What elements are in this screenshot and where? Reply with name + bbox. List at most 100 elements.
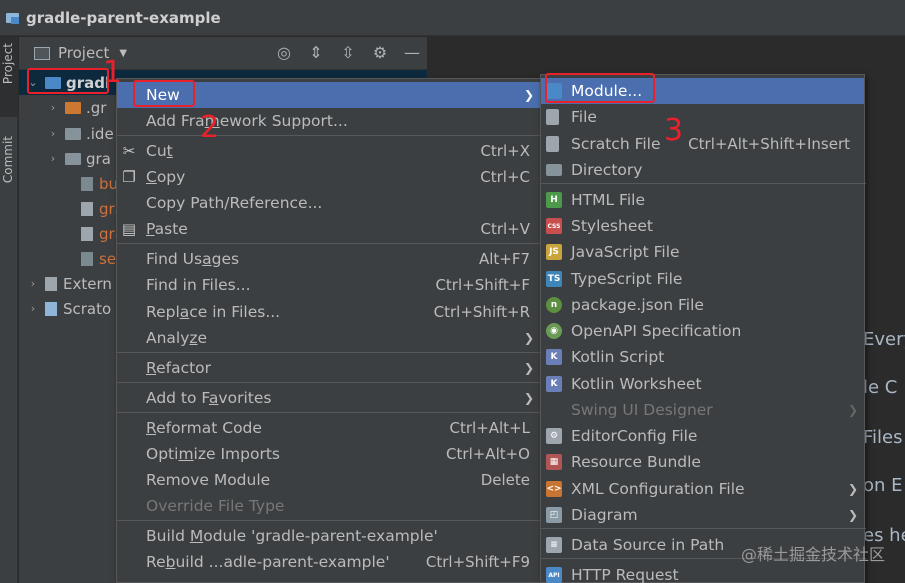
tree-node-label: .ide (86, 124, 114, 143)
menu-item-refactor[interactable]: Refactor ❯ (117, 355, 540, 381)
new-item-kotlin-script[interactable]: K Kotlin Script (541, 344, 864, 370)
project-panel-header: Project ▼ ◎ ⇕ ⇳ ⚙ — (19, 37, 427, 70)
api-icon: API (546, 567, 562, 583)
new-item-label: Stylesheet (571, 217, 653, 235)
project-view-selector[interactable]: Project (58, 44, 109, 62)
new-item-label: JavaScript File (571, 243, 680, 261)
menu-item-analyze[interactable]: Analyze ❯ (117, 325, 540, 351)
menu-item-shortcut: Ctrl+Shift+R (433, 303, 530, 321)
new-item-file[interactable]: File (541, 104, 864, 130)
menu-item-cut[interactable]: ✂ Cut Ctrl+X (117, 138, 540, 164)
chevron-right-icon[interactable]: › (45, 101, 61, 114)
context-menu: New ❯ Add Framework Support... ✂ Cut Ctrl+X ❐ C… (116, 78, 542, 583)
new-item-typescript-file[interactable]: TS TypeScript File (541, 266, 864, 292)
menu-item-find-in-files[interactable]: Find in Files... Ctrl+Shift+F (117, 272, 540, 298)
menu-separator (117, 412, 542, 413)
copy-icon: ❐ (122, 168, 136, 186)
commit-tool-tab[interactable]: Commit (0, 132, 18, 212)
new-item-resource-bundle[interactable]: ▦ Resource Bundle (541, 449, 864, 475)
menu-item-add-to-favorites[interactable]: Add to Favorites ❯ (117, 385, 540, 411)
chevron-right-icon[interactable]: › (25, 277, 41, 290)
menu-item-shortcut: Ctrl+Shift+F (435, 276, 530, 294)
gear-icon[interactable]: ⚙ (371, 43, 389, 62)
new-item-label: Kotlin Worksheet (571, 375, 702, 393)
menu-item-add-framework-support[interactable]: Add Framework Support... (117, 108, 540, 134)
menu-item-shortcut: Ctrl+V (480, 220, 530, 238)
scratches-icon (45, 301, 57, 316)
ts-icon: TS (546, 271, 562, 287)
scratch-icon (546, 136, 559, 152)
new-item-directory[interactable]: Directory (541, 157, 864, 183)
title-bar: gradle-parent-example (0, 0, 905, 36)
editor-text-line: on E (863, 475, 903, 496)
new-item-javascript-file[interactable]: JS JavaScript File (541, 239, 864, 265)
menu-item-find-usages[interactable]: Find Usages Alt+F7 (117, 246, 540, 272)
new-item-html-file[interactable]: H HTML File (541, 187, 864, 213)
menu-separator (117, 352, 542, 353)
file-icon (546, 109, 559, 125)
chevron-right-icon: ❯ (847, 508, 858, 522)
menu-separator (117, 520, 542, 521)
project-tool-tab[interactable]: Project (0, 37, 18, 117)
menu-item-remove-module[interactable]: Remove Module Delete (117, 467, 540, 493)
editor-text-line: Files (863, 427, 903, 448)
new-item-openapi-specification[interactable]: ◉ OpenAPI Specification (541, 318, 864, 344)
menu-separator (117, 382, 542, 383)
menu-item-label: Remove Module (146, 471, 271, 489)
new-item-label: XML Configuration File (571, 480, 745, 498)
js-icon: JS (546, 244, 562, 260)
menu-item-shortcut: Ctrl+Alt+O (446, 445, 530, 463)
new-item-http-request[interactable]: API HTTP Request (541, 562, 864, 583)
new-item-label: Swing UI Designer (571, 401, 713, 419)
new-item-xml-configuration-file[interactable]: <> XML Configuration File ❯ (541, 476, 864, 502)
new-item-label: Data Source in Path (571, 536, 725, 554)
menu-item-optimize-imports[interactable]: Optimize Imports Ctrl+Alt+O (117, 441, 540, 467)
xml-icon: <> (546, 481, 562, 497)
collapse-all-icon[interactable]: ⇳ (339, 43, 357, 62)
folder-icon (65, 127, 81, 140)
new-item-shortcut: Ctrl+Alt+Shift+Insert (688, 135, 850, 153)
menu-item-rebuild-adle-parent-example[interactable]: Rebuild ...adle-parent-example' Ctrl+Shif… (117, 549, 540, 575)
menu-item-replace-in-files[interactable]: Replace in Files... Ctrl+Shift+R (117, 299, 540, 325)
new-item-label: Scratch File (571, 135, 661, 153)
menu-item-override-file-type: Override File Type (117, 493, 540, 519)
menu-item-paste[interactable]: ▤ Paste Ctrl+V (117, 216, 540, 242)
expand-all-icon[interactable]: ⇕ (307, 43, 325, 62)
chevron-right-icon: ❯ (847, 482, 858, 496)
menu-item-copy[interactable]: ❐ Copy Ctrl+C (117, 164, 540, 190)
commit-tool-tab-label: Commit (1, 136, 15, 184)
new-item-stylesheet[interactable]: CSS Stylesheet (541, 213, 864, 239)
new-item-editorconfig-file[interactable]: ⚙ EditorConfig File (541, 423, 864, 449)
menu-separator (541, 528, 866, 529)
db-icon: ≡ (546, 537, 562, 553)
chevron-right-icon[interactable]: › (25, 302, 41, 315)
kts-icon: K (546, 349, 562, 365)
menu-item-build-module-gradle-parent-example[interactable]: Build Module 'gradle-parent-example' (117, 523, 540, 549)
project-view-icon (34, 46, 50, 60)
menu-item-reformat-code[interactable]: Reformat Code Ctrl+Alt+L (117, 415, 540, 441)
menu-item-label: Reformat Code (146, 419, 262, 437)
menu-item-shortcut: Ctrl+Alt+L (449, 419, 531, 437)
chevron-right-icon[interactable]: › (45, 127, 61, 140)
chevron-right-icon[interactable]: › (45, 152, 61, 165)
minimize-icon[interactable]: — (403, 43, 421, 62)
tree-node-label: Scrato (63, 299, 112, 318)
new-item-label: package.json File (571, 296, 704, 314)
css-icon: CSS (546, 218, 562, 234)
annotation-box-project-root (27, 68, 109, 94)
new-item-diagram[interactable]: ◰ Diagram ❯ (541, 502, 864, 528)
menu-item-label: Refactor (146, 359, 212, 377)
menu-item-label: Rebuild ...adle-parent-example' (146, 553, 390, 571)
chevron-right-icon: ❯ (847, 403, 858, 417)
bundle-icon: ▦ (546, 454, 562, 470)
menu-item-copy-path-reference[interactable]: Copy Path/Reference... (117, 190, 540, 216)
new-item-scratch-file[interactable]: Scratch File Ctrl+Alt+Shift+Insert (541, 131, 864, 157)
menu-item-shortcut: Ctrl+Shift+F9 (425, 553, 530, 571)
new-item-kotlin-worksheet[interactable]: K Kotlin Worksheet (541, 371, 864, 397)
menu-separator (117, 135, 542, 136)
file-icon (81, 201, 93, 216)
new-item-package-json-file[interactable]: n package.json File (541, 292, 864, 318)
locate-icon[interactable]: ◎ (275, 43, 293, 62)
menu-item-label: Replace in Files... (146, 303, 281, 321)
new-item-label: HTML File (571, 191, 645, 209)
